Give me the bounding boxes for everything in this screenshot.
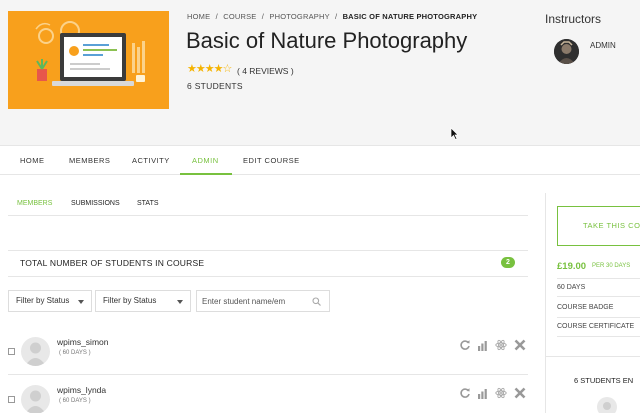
breadcrumb-course[interactable]: COURSE (223, 12, 256, 21)
remove-icon[interactable] (514, 339, 526, 351)
chevron-down-icon (78, 300, 84, 304)
member-duration: ( 60 DAYS ) (59, 398, 91, 404)
breadcrumb-separator: / (334, 12, 338, 21)
tab-admin[interactable]: ADMIN (192, 156, 219, 165)
status-filter-value: Filter by Status (103, 296, 157, 305)
chevron-down-icon (177, 300, 183, 304)
subtab-stats[interactable]: STATS (137, 200, 159, 207)
avatar[interactable] (21, 337, 50, 366)
students-count: 6 STUDENTS (187, 81, 243, 91)
course-tabs: HOME MEMBERS ACTIVITY ADMIN EDIT COURSE (0, 147, 640, 175)
students-enrolled-heading: 6 STUDENTS EN (574, 376, 634, 385)
user-placeholder-icon (25, 342, 46, 366)
divider (557, 296, 640, 297)
member-name[interactable]: wpims_simon (57, 337, 109, 347)
atom-icon[interactable] (495, 387, 507, 399)
member-duration: ( 60 DAYS ) (59, 350, 91, 356)
course-price: £19.00 (557, 261, 587, 272)
instructor-name[interactable]: ADMIN (590, 41, 616, 50)
remove-icon[interactable] (514, 387, 526, 399)
divider (557, 336, 640, 337)
breadcrumb-photography[interactable]: PHOTOGRAPHY (269, 12, 329, 21)
tab-edit-course[interactable]: EDIT COURSE (243, 156, 300, 165)
course-thumbnail[interactable] (8, 11, 169, 109)
member-checkbox[interactable] (8, 348, 15, 355)
breadcrumb-separator: / (215, 12, 218, 21)
divider (557, 278, 640, 279)
course-illustration (35, 21, 145, 86)
tab-members[interactable]: MEMBERS (69, 156, 110, 165)
status-filter-value: Filter by Status (16, 296, 70, 305)
tab-home[interactable]: HOME (20, 156, 45, 165)
search-input[interactable] (197, 291, 307, 312)
divider (8, 276, 528, 277)
divider (8, 215, 528, 216)
stats-icon[interactable] (477, 339, 489, 351)
search-icon[interactable] (312, 297, 321, 306)
user-placeholder-icon (25, 390, 46, 413)
star-rating: ★★★★☆ (187, 63, 232, 75)
reset-icon[interactable] (459, 339, 471, 351)
divider (8, 250, 528, 251)
avatar[interactable] (21, 385, 50, 413)
breadcrumb-current: BASIC OF NATURE PHOTOGRAPHY (342, 12, 478, 21)
member-name[interactable]: wpims_lynda (57, 385, 106, 395)
instructor-avatar-image (554, 39, 579, 64)
breadcrumb-separator: / (261, 12, 265, 21)
reset-icon[interactable] (459, 387, 471, 399)
divider (546, 356, 640, 357)
subtab-submissions[interactable]: SUBMISSIONS (71, 200, 120, 207)
status-filter-select-2[interactable]: Filter by Status (95, 290, 191, 312)
member-checkbox[interactable] (8, 396, 15, 403)
divider (557, 317, 640, 318)
status-badge: 2 (501, 257, 515, 268)
user-placeholder-icon[interactable] (597, 397, 617, 413)
page-title: Basic of Nature Photography (186, 28, 468, 53)
total-students-label: TOTAL NUMBER OF STUDENTS IN COURSE (20, 258, 205, 268)
subtab-members[interactable]: MEMBERS (17, 200, 52, 207)
tab-activity[interactable]: ACTIVITY (132, 156, 170, 165)
breadcrumb: HOME / COURSE / PHOTOGRAPHY / BASIC OF N… (187, 12, 477, 21)
reviews-link[interactable]: ( 4 REVIEWS ) (237, 66, 294, 76)
take-course-button[interactable]: TAKE THIS CO (557, 206, 640, 246)
avatar[interactable] (554, 39, 579, 64)
course-duration: 60 DAYS (557, 284, 586, 291)
mouse-cursor-icon (450, 127, 459, 140)
list-item: wpims_lynda ( 60 DAYS ) (0, 375, 530, 413)
price-period: PER 30 DAYS (592, 263, 631, 269)
status-filter-select[interactable]: Filter by Status (8, 290, 92, 312)
list-item: wpims_simon ( 60 DAYS ) (0, 327, 530, 375)
breadcrumb-home[interactable]: HOME (187, 12, 210, 21)
course-certificate-label: COURSE CERTIFICATE (557, 323, 635, 330)
student-search (196, 290, 330, 312)
active-tab-indicator (180, 173, 232, 175)
course-badge-label: COURSE BADGE (557, 304, 614, 311)
atom-icon[interactable] (495, 339, 507, 351)
stats-icon[interactable] (477, 387, 489, 399)
instructors-heading: Instructors (545, 12, 602, 26)
